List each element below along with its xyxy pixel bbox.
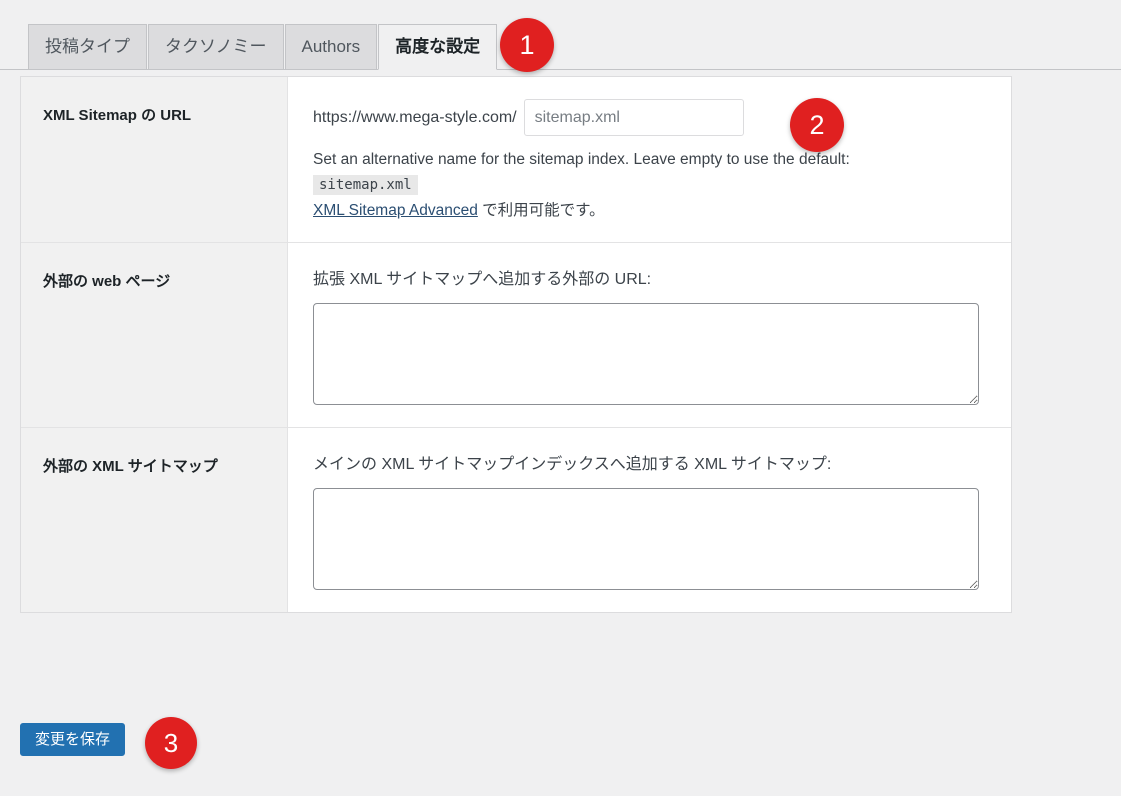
external-sitemaps-textarea[interactable] (313, 488, 979, 591)
form-row-sitemap-url: XML Sitemap の URL https://www.mega-style… (21, 77, 1011, 244)
settings-form-table: XML Sitemap の URL https://www.mega-style… (20, 76, 1012, 614)
sitemap-default-code: sitemap.xml (313, 175, 418, 196)
callout-badge-1: 1 (500, 18, 554, 72)
tab-advanced-settings-label: 高度な設定 (395, 37, 481, 56)
external-pages-caption: 拡張 XML サイトマップへ追加する外部の URL: (313, 271, 652, 289)
form-row-external-pages: 外部の web ページ 拡張 XML サイトマップへ追加する外部の URL: (21, 243, 1011, 429)
sitemap-filename-input[interactable] (523, 99, 744, 136)
row-label-sitemap-url: XML Sitemap の URL (21, 77, 288, 243)
tab-authors[interactable]: Authors (284, 24, 378, 70)
site-url-prefix: https://www.mega-style.com/ (313, 108, 517, 126)
save-changes-button[interactable]: 変更を保存 (20, 723, 126, 756)
xml-sitemap-advanced-link[interactable]: XML Sitemap Advanced (313, 202, 478, 219)
row-label-external-pages: 外部の web ページ (21, 243, 288, 428)
availability-suffix-text: で利用可能です。 (477, 202, 605, 220)
tab-taxonomies[interactable]: タクソノミー (148, 24, 284, 70)
callout-badge-2: 2 (790, 98, 844, 152)
row-label-external-sitemaps: 外部の XML サイトマップ (21, 428, 288, 613)
sitemap-url-line: https://www.mega-style.com/ (313, 99, 987, 136)
tab-post-types[interactable]: 投稿タイプ (28, 24, 147, 70)
tab-post-types-label: 投稿タイプ (45, 37, 130, 56)
sitemap-default-code-wrap: sitemap.xml (313, 172, 987, 196)
sitemap-availability-line: XML Sitemap Advanced で利用可能です。 (313, 198, 987, 220)
settings-tab-strip: 投稿タイプ タクソノミー Authors 高度な設定 (0, 0, 1121, 70)
form-row-external-sitemaps: 外部の XML サイトマップ メインの XML サイトマップインデックスへ追加す… (21, 428, 1011, 613)
external-sitemaps-caption: メインの XML サイトマップインデックスへ追加する XML サイトマップ: (313, 456, 832, 474)
tab-authors-label: Authors (301, 37, 361, 56)
tab-advanced-settings[interactable]: 高度な設定 (378, 24, 498, 70)
row-field-external-pages: 拡張 XML サイトマップへ追加する外部の URL: (288, 243, 1011, 428)
row-field-external-sitemaps: メインの XML サイトマップインデックスへ追加する XML サイトマップ: (288, 428, 1011, 613)
sitemap-help-text: Set an alternative name for the sitemap … (313, 151, 850, 168)
tab-taxonomies-label: タクソノミー (165, 37, 267, 56)
external-pages-textarea[interactable] (313, 303, 979, 406)
row-field-sitemap-url: https://www.mega-style.com/ Set an alter… (288, 77, 1011, 243)
callout-badge-3: 3 (145, 717, 197, 769)
